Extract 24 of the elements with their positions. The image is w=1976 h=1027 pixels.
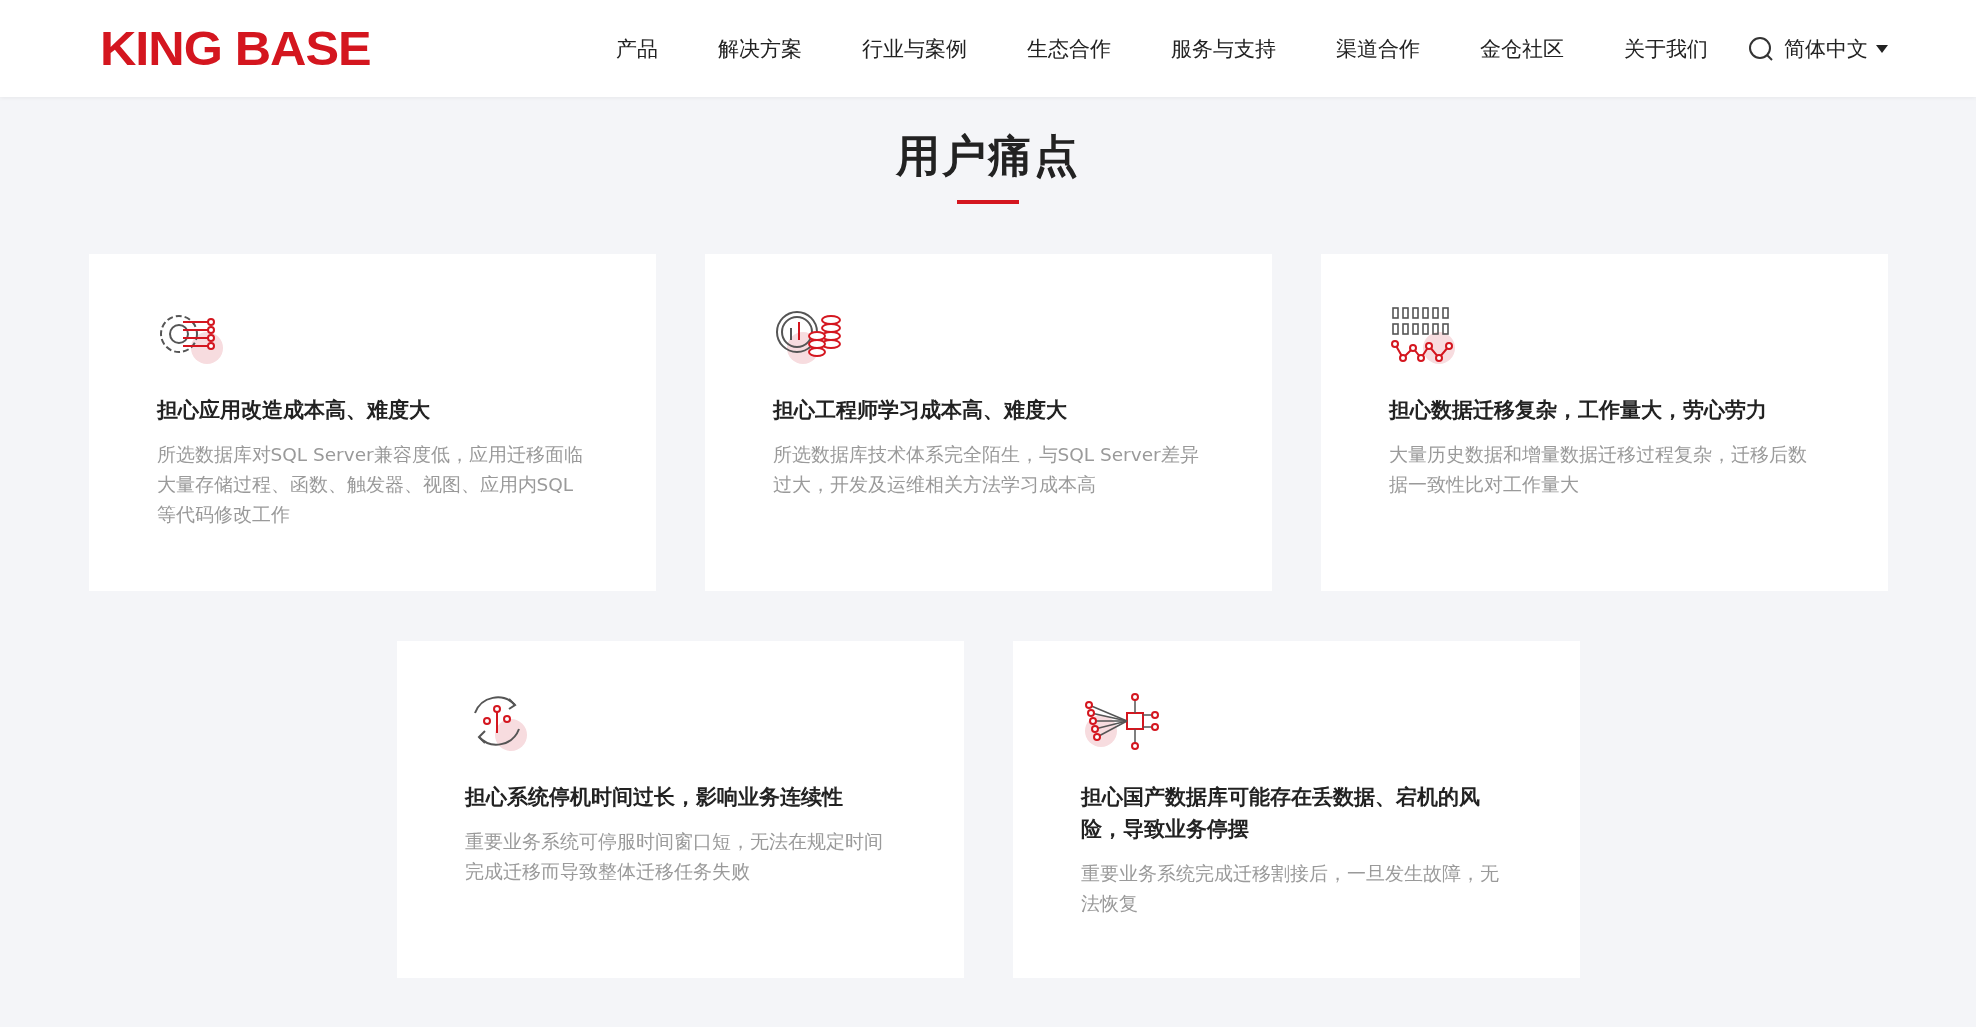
nav-link[interactable]: 产品 xyxy=(586,34,688,63)
card-title: 担心系统停机时间过长，影响业务连续性 xyxy=(464,784,844,811)
card-description: 所选数据库技术体系完全陌生，与SQL Server差异过大，开发及运维相关方法学习成本高 xyxy=(772,443,1200,497)
logo[interactable]: KING BASE xyxy=(100,21,371,76)
nav-link[interactable]: 行业与案例 xyxy=(832,34,997,63)
nav-link[interactable]: 生态合作 xyxy=(997,34,1141,63)
card-title: 担心国产数据库可能存在丢数据、宕机的风险，导致业务停摆 xyxy=(1080,784,1481,843)
card-description: 重要业务系统可停服时间窗口短，无法在规定时间完成迁移而导致整体迁移任务失败 xyxy=(464,830,884,884)
search-icon[interactable] xyxy=(1748,35,1774,62)
card-title: 担心应用改造成本高、难度大 xyxy=(156,397,431,424)
nav-link[interactable]: 渠道合作 xyxy=(1306,34,1450,63)
language-selector[interactable]: 简体中文 xyxy=(1784,34,1888,63)
card-description: 重要业务系统完成迁移割接后，一旦发生故障，无法恢复 xyxy=(1080,862,1500,916)
nav-link[interactable]: 服务与支持 xyxy=(1141,34,1306,63)
card-title: 担心数据迁移复杂，工作量大，劳心劳力 xyxy=(1388,397,1768,424)
section-title: 用户痛点 xyxy=(896,129,1080,183)
caret-icon xyxy=(1876,44,1888,53)
card-title: 担心工程师学习成本高、难度大 xyxy=(772,397,1068,424)
card-description: 大量历史数据和增量数据迁移过程复杂，迁移后数据一致性比对工作量大 xyxy=(1388,443,1808,497)
card-description: 所选数据库对SQL Server兼容度低，应用迁移面临大量存储过程、函数、触发器、视图、应用内SQL等代码修改工作 xyxy=(156,443,584,527)
nav-link[interactable]: 关于我们 xyxy=(1594,34,1738,63)
title-underline xyxy=(957,200,1019,204)
nav-link[interactable]: 金仓社区 xyxy=(1450,34,1594,63)
nav-link[interactable]: 解决方案 xyxy=(688,34,832,63)
